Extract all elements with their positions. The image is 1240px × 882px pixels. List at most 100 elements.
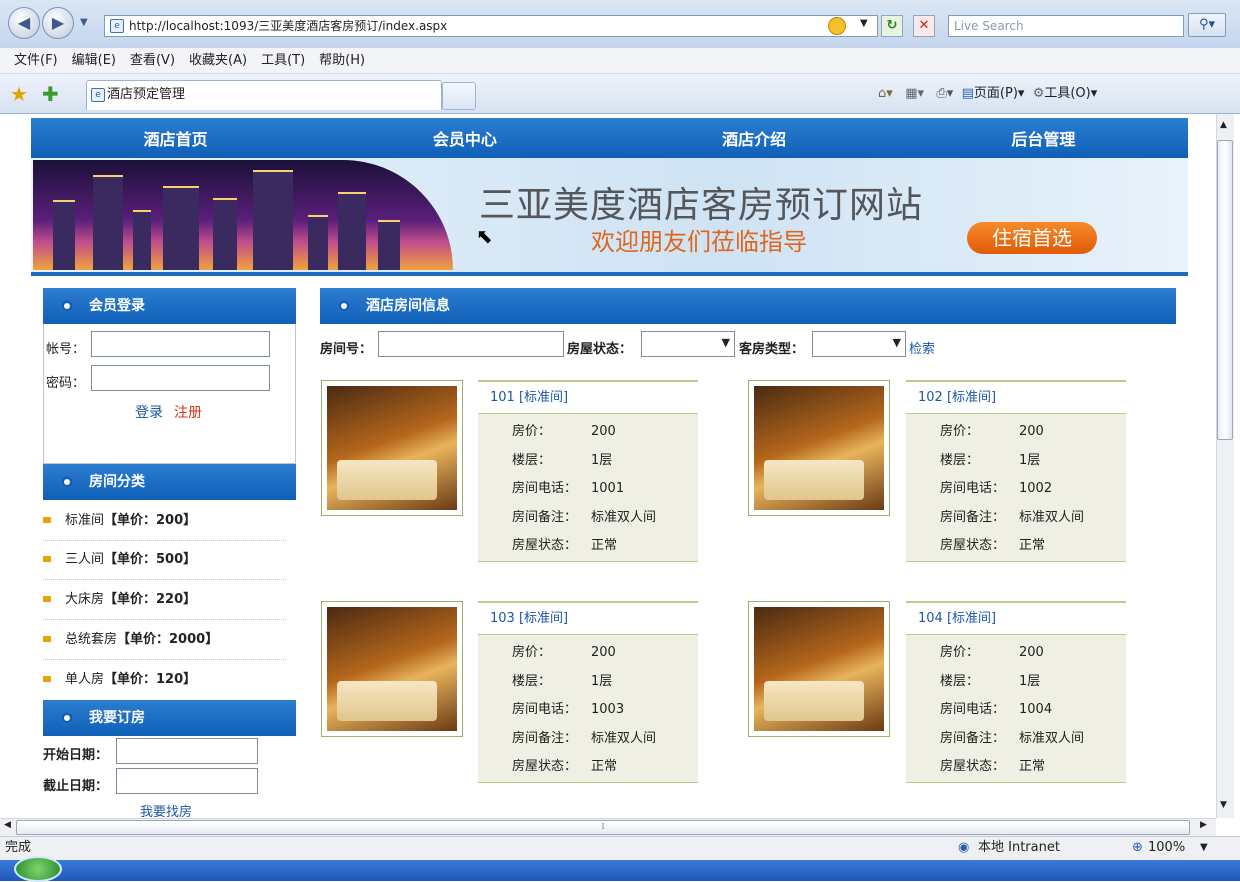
scroll-left-icon[interactable]: ◀: [4, 820, 11, 830]
end-date-input[interactable]: [116, 768, 258, 794]
state-label: 房屋状态：: [940, 538, 1006, 553]
favorites-star-icon[interactable]: ★: [10, 82, 28, 106]
tab-active[interactable]: e 酒店预定管理: [86, 80, 442, 110]
register-link[interactable]: 注册: [174, 402, 202, 422]
room-phone: 1003: [591, 702, 625, 717]
page-menu[interactable]: 页面(P): [974, 86, 1018, 101]
room-card: 103 [标准间] 房价： 200 楼层： 1层 房间电话： 1003 房间备注： 标准…: [478, 601, 698, 783]
menu-view[interactable]: 查看(V): [130, 48, 175, 74]
category-price: 【单价：500】: [104, 552, 197, 567]
category-item[interactable]: 标准间【单价：200】: [43, 501, 286, 541]
category-price: 【单价：200】: [104, 513, 197, 528]
note-label: 房间备注：: [512, 509, 578, 525]
room-state: 正常: [1019, 759, 1046, 774]
refresh-icon[interactable]: ↻: [881, 15, 903, 37]
nav-member-center[interactable]: 会员中心: [375, 126, 555, 150]
tab-title: 酒店预定管理: [107, 87, 186, 102]
phone-label: 房间电话：: [940, 481, 1006, 496]
zone-text[interactable]: 本地 Intranet: [978, 837, 1060, 859]
floor-label: 楼层：: [940, 452, 980, 468]
select-arrow-icon: ▼: [892, 336, 901, 349]
room-title-link[interactable]: 102 [标准间]: [918, 390, 996, 405]
login-link[interactable]: 登录: [135, 402, 163, 422]
category-price: 【单价：2000】: [117, 632, 219, 647]
type-select[interactable]: ▼: [812, 331, 906, 357]
forward-button[interactable]: ▶: [42, 7, 74, 39]
category-name: 单人房: [65, 672, 105, 687]
scroll-right-icon[interactable]: ▶: [1200, 820, 1207, 830]
category-name: 总统套房: [65, 632, 118, 647]
compat-dropdown-icon[interactable]: ▼: [860, 18, 868, 29]
room-state: 正常: [1019, 538, 1046, 553]
booking-header: 我要订房: [43, 700, 296, 736]
zoom-icon: ⊕: [1132, 840, 1143, 855]
menu-file[interactable]: 文件(F): [14, 48, 58, 74]
room-note: 标准双人间: [591, 730, 657, 746]
state-label: 房屋状态：: [940, 759, 1006, 774]
account-input[interactable]: [91, 331, 270, 357]
category-header-text: 房间分类: [89, 474, 145, 490]
back-button[interactable]: ◀: [8, 7, 40, 39]
nav-home[interactable]: 酒店首页: [86, 126, 266, 150]
menu-edit[interactable]: 编辑(E): [72, 48, 116, 74]
category-item[interactable]: 单人房【单价：120】: [43, 660, 286, 700]
room-photo[interactable]: [748, 380, 890, 516]
status-label: 房屋状态：: [567, 342, 633, 357]
nav-admin[interactable]: 后台管理: [953, 126, 1133, 150]
room-photo[interactable]: [321, 601, 463, 737]
tools-menu[interactable]: 工具(O): [1044, 86, 1090, 101]
start-date-input[interactable]: [116, 738, 258, 764]
url-field[interactable]: e http://localhost:1093/三亚美度酒店客房预订/index.…: [104, 15, 878, 37]
note-label: 房间备注：: [940, 730, 1006, 746]
compatibility-icon[interactable]: [828, 17, 846, 35]
login-header-text: 会员登录: [89, 298, 145, 314]
category-item[interactable]: 总统套房【单价：2000】: [43, 620, 286, 660]
category-item[interactable]: 大床房【单价：220】: [43, 580, 286, 620]
room-photo[interactable]: [321, 380, 463, 516]
feeds-icon[interactable]: ▦▾: [905, 86, 924, 101]
scroll-up-icon[interactable]: ▲: [1220, 120, 1227, 130]
find-room-link[interactable]: 我要找房: [140, 801, 192, 817]
room-no-input[interactable]: [378, 331, 564, 357]
rooms-header-text: 酒店房间信息: [366, 298, 450, 314]
history-dropdown-icon[interactable]: ▼: [80, 17, 88, 28]
floor-label: 楼层：: [512, 452, 552, 468]
command-bar: ⌂▾ ▦▾ ⎙▾ ▤页面(P)▾ ⚙工具(O)▾: [878, 86, 1098, 101]
menu-tools[interactable]: 工具(T): [261, 48, 305, 74]
menu-help[interactable]: 帮助(H): [319, 48, 365, 74]
add-favorites-icon[interactable]: ✚: [42, 82, 59, 106]
state-label: 房屋状态：: [512, 759, 578, 774]
category-price: 【单价：120】: [104, 672, 197, 687]
vertical-scroll-thumb[interactable]: [1217, 140, 1233, 440]
state-label: 房屋状态：: [512, 538, 578, 553]
print-icon[interactable]: ⎙▾: [936, 86, 953, 101]
new-tab-button[interactable]: [442, 82, 476, 110]
stop-icon[interactable]: ✕: [913, 15, 935, 37]
scroll-down-icon[interactable]: ▼: [1220, 800, 1227, 810]
zoom-level[interactable]: 100%: [1148, 837, 1185, 859]
room-title-link[interactable]: 101 [标准间]: [490, 390, 568, 405]
bullet-icon: [43, 676, 51, 682]
search-icon[interactable]: ⚲▾: [1188, 13, 1226, 37]
horizontal-scroll-thumb[interactable]: ⁞: [16, 820, 1190, 835]
nav-hotel-intro[interactable]: 酒店介绍: [664, 126, 844, 150]
status-select[interactable]: ▼: [641, 331, 735, 357]
live-search-input[interactable]: Live Search: [948, 15, 1184, 37]
start-button[interactable]: [14, 856, 62, 882]
menu-bar: 文件(F) 编辑(E) 查看(V) 收藏夹(A) 工具(T) 帮助(H): [0, 48, 1240, 74]
category-header: 房间分类: [43, 464, 296, 500]
room-card: 102 [标准间] 房价： 200 楼层： 1层 房间电话： 1002 房间备注： 标准…: [906, 380, 1126, 562]
room-title-link[interactable]: 104 [标准间]: [918, 611, 996, 626]
floor-label: 楼层：: [940, 673, 980, 689]
category-item[interactable]: 三人间【单价：500】: [43, 540, 286, 580]
banner-title: 三亚美度酒店客房预订网站: [479, 185, 924, 226]
room-photo[interactable]: [748, 601, 890, 737]
room-title-link[interactable]: 103 [标准间]: [490, 611, 568, 626]
account-label: 帐号：: [46, 342, 86, 357]
password-input[interactable]: [91, 365, 270, 391]
search-link[interactable]: 检索: [909, 338, 935, 357]
home-icon[interactable]: ⌂▾: [878, 86, 893, 101]
zoom-dropdown-icon[interactable]: ▼: [1200, 837, 1208, 859]
menu-favorites[interactable]: 收藏夹(A): [189, 48, 247, 74]
price-label: 房价：: [940, 424, 980, 439]
